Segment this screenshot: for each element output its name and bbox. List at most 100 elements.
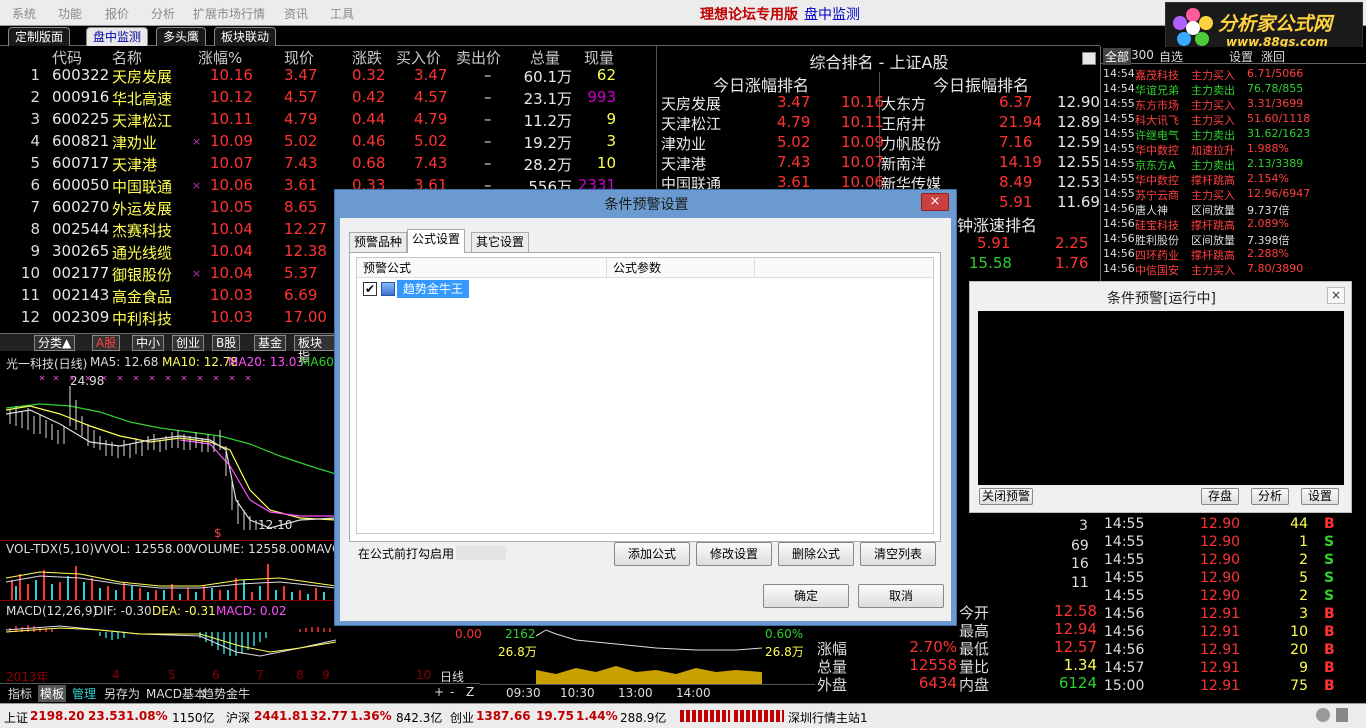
table-row[interactable]: 5 600717 天津港 10.07 7.43 0.68 7.43 – 28.2万 10: [0, 154, 655, 176]
ticker-value: 3.31/3699: [1247, 97, 1304, 110]
rank-pct: 10.09: [841, 133, 884, 151]
lock-icon[interactable]: [1336, 708, 1348, 722]
rank-amplitude-row[interactable]: 力帆股份 7.16 12.59: [881, 133, 1100, 153]
edit-settings-button[interactable]: 修改设置: [696, 542, 772, 566]
ticker-item[interactable]: 14:55 华中数控 加速拉升 1.988%: [1103, 142, 1366, 157]
col-volume[interactable]: 总量: [530, 47, 560, 68]
cat-b-share[interactable]: B股: [212, 335, 241, 351]
rank-gain-row[interactable]: 天津松江 4.79 10.11: [661, 113, 884, 133]
list-col-formula[interactable]: 预警公式: [357, 258, 607, 278]
dtab-other[interactable]: 其它设置: [471, 232, 530, 252]
clear-list-button[interactable]: 清空列表: [860, 542, 936, 566]
kline-chart[interactable]: 光一科技(日线) MA5: 12.68 MA10: 12.78 MA20: 13…: [0, 352, 340, 684]
rank-amplitude-row[interactable]: 王府井 21.94 12.89: [881, 113, 1100, 133]
ticker-item[interactable]: 14:56 唐人神 区间放量 9.737倍: [1103, 202, 1366, 217]
cancel-button[interactable]: 取消: [858, 584, 944, 608]
cat-chinext[interactable]: 创业: [172, 335, 205, 351]
table-row[interactable]: 2 000916 华北高速 10.12 4.57 0.42 4.57 – 23.1万 993: [0, 88, 655, 110]
col-name[interactable]: 名称: [112, 47, 142, 68]
cat-sme[interactable]: 中小: [132, 335, 165, 351]
col-bid[interactable]: 买入价: [396, 47, 441, 68]
zoom-out-button[interactable]: -: [448, 685, 456, 699]
menu-extended-market[interactable]: 扩展市场行情: [193, 5, 265, 22]
tab-intraday-monitor[interactable]: 盘中监测: [86, 27, 149, 46]
tool-template[interactable]: 模板: [38, 685, 67, 702]
ticker-item[interactable]: 14:54 嘉茂科技 主力买入 6.71/5066: [1103, 67, 1366, 82]
table-row[interactable]: 3 600225 天津松江 10.11 4.79 0.44 4.79 – 11.2万 9: [0, 110, 655, 132]
trade-side: B: [1324, 624, 1335, 640]
ticker-item[interactable]: 14:55 东方市场 主力买入 3.31/3699: [1103, 97, 1366, 112]
menu-analysis[interactable]: 分析: [151, 5, 175, 22]
menu-tools[interactable]: 工具: [330, 5, 354, 22]
ranking-settings-icon[interactable]: [1082, 52, 1096, 65]
ticker-item[interactable]: 14:56 硅宝科技 撑杆跳高 2.089%: [1103, 217, 1366, 232]
cat-sector-index[interactable]: 板块指: [294, 335, 335, 364]
ticker-item[interactable]: 14:55 许继电气 主力卖出 31.62/1623: [1103, 127, 1366, 142]
tool-indicator[interactable]: 指标: [6, 685, 34, 702]
menu-quote[interactable]: 报价: [105, 5, 129, 22]
zoom-in-button[interactable]: +: [432, 685, 446, 699]
col-pct[interactable]: 涨幅%: [198, 47, 242, 68]
table-row[interactable]: 1 600322 天房发展 10.16 3.47 0.32 3.47 – 60.1万 62: [0, 66, 655, 88]
col-change[interactable]: 涨跌: [352, 47, 382, 68]
ticker-item[interactable]: 14:56 中信国安 主力买入 7.80/3890: [1103, 262, 1366, 277]
dialog-close-button[interactable]: ×: [921, 193, 949, 211]
formula-list[interactable]: 预警公式 公式参数 ✔ 趋势金牛王: [356, 257, 934, 534]
col-code[interactable]: 代码: [52, 47, 82, 68]
close-alert-button[interactable]: 关闭预警: [979, 488, 1033, 505]
cat-a-share[interactable]: A股: [92, 335, 121, 351]
ticker-item[interactable]: 14:56 四环药业 撑杆跳高 2.288%: [1103, 247, 1366, 262]
alert-save-button[interactable]: 存盘: [1201, 488, 1239, 505]
tab-custom-layout[interactable]: 定制版面: [8, 27, 71, 46]
tool-macd-basic[interactable]: MACD基本: [144, 685, 208, 702]
cat-classify[interactable]: 分类▲: [34, 335, 76, 351]
server-name[interactable]: 深圳行情主站1: [788, 709, 868, 726]
dtab-symbols[interactable]: 预警品种: [349, 232, 408, 252]
ticker-item[interactable]: 14:56 胜利股份 区间放量 7.398倍: [1103, 232, 1366, 247]
col-last-vol[interactable]: 现量: [584, 47, 614, 68]
ticker-tab-watch[interactable]: 自选: [1159, 48, 1183, 65]
tool-save-as[interactable]: 另存为: [102, 685, 142, 702]
rank-amplitude-row[interactable]: 新南洋 14.19 12.55: [881, 153, 1100, 173]
rank-amplitude-row[interactable]: 大东方 6.37 12.90: [881, 93, 1100, 113]
alert-settings-button[interactable]: 设置: [1301, 488, 1339, 505]
tool-trend-bull[interactable]: 趋势金牛: [200, 685, 252, 702]
window-title: 理想论坛专用版 盘中监测: [700, 4, 860, 24]
ticker-item[interactable]: 14:55 科大讯飞 主力买入 51.60/1118: [1103, 112, 1366, 127]
col-price[interactable]: 现价: [284, 47, 314, 68]
delete-formula-button[interactable]: 删除公式: [778, 542, 854, 566]
tab-sector-link[interactable]: 板块联动: [214, 27, 277, 46]
rank-gain-row[interactable]: 天房发展 3.47 10.16: [661, 93, 884, 113]
ticker-item[interactable]: 14:55 苏宁云商 主力买入 12.96/6947: [1103, 187, 1366, 202]
rank-gain-row[interactable]: 津劝业 5.02 10.09: [661, 133, 884, 153]
dtab-formula[interactable]: 公式设置: [407, 229, 466, 253]
rank-gain-row[interactable]: 天津港 7.43 10.07: [661, 153, 884, 173]
ticker-item[interactable]: 14:55 华中数控 撑杆跳高 2.154%: [1103, 172, 1366, 187]
ticker-tab-300[interactable]: 300: [1131, 48, 1154, 62]
connection-icon[interactable]: [1316, 708, 1330, 722]
ticker-item[interactable]: 14:55 京东方A 主力卖出 2.13/3389: [1103, 157, 1366, 172]
tool-manage[interactable]: 管理: [70, 685, 98, 702]
menu-news[interactable]: 资讯: [284, 5, 308, 22]
rank-price: 5.91: [999, 193, 1033, 211]
ticker-tab-rally[interactable]: 涨回: [1261, 48, 1285, 65]
ticker-tab-settings[interactable]: 设置: [1229, 48, 1253, 65]
ticker-tab-all[interactable]: 全部: [1103, 48, 1132, 65]
table-row[interactable]: 4 600821 津劝业 × 10.09 5.02 0.46 5.02 – 19.2万 3: [0, 132, 655, 154]
alert-close-button[interactable]: ×: [1327, 287, 1345, 304]
tab-bull-eagle[interactable]: 多头鹰: [156, 27, 207, 46]
cat-fund[interactable]: 基金: [254, 335, 287, 351]
menu-function[interactable]: 功能: [58, 5, 82, 22]
formula-item[interactable]: 趋势金牛王: [397, 280, 470, 298]
ticker-item[interactable]: 14:54 华谊兄弟 主力卖出 76.78/855: [1103, 82, 1366, 97]
add-formula-button[interactable]: 添加公式: [614, 542, 690, 566]
trade-price: 12.91: [1200, 624, 1241, 640]
col-ask[interactable]: 卖出价: [456, 47, 501, 68]
alert-analyze-button[interactable]: 分析: [1251, 488, 1289, 505]
ok-button[interactable]: 确定: [763, 584, 849, 608]
list-col-params[interactable]: 公式参数: [607, 258, 755, 278]
zoom-z-button[interactable]: Z: [464, 685, 476, 699]
formula-checkbox[interactable]: ✔: [363, 282, 377, 296]
alert-title: 条件预警[运行中]: [1107, 291, 1216, 307]
menu-system[interactable]: 系统: [12, 5, 36, 22]
